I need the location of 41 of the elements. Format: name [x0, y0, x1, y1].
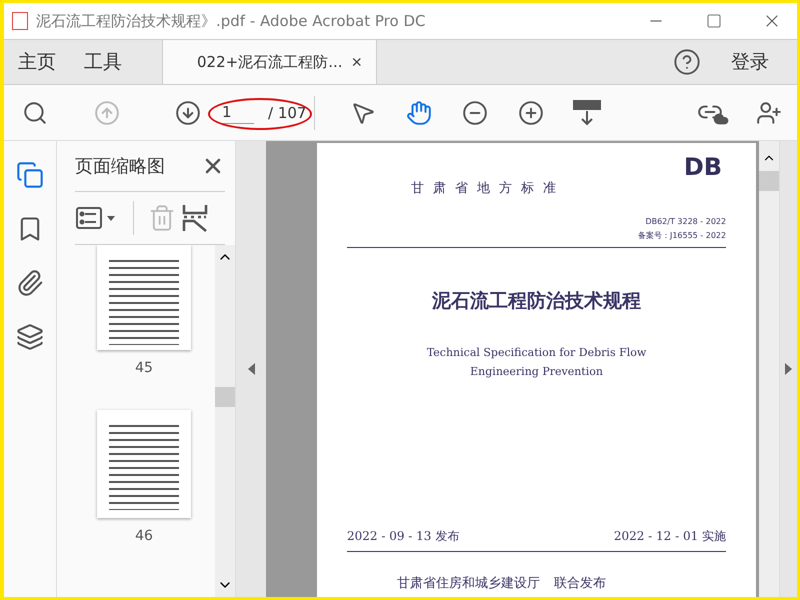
panel-title: 页面缩略图: [75, 155, 165, 178]
document-title: 泥石流工程防治技术规程: [432, 289, 642, 314]
english-title: Technical Specification for Debris Flow: [426, 346, 646, 359]
search-icon[interactable]: [22, 100, 48, 126]
page-thumbnail[interactable]: [97, 245, 191, 350]
issuer-name: 甘肃省住房和城乡建设厅: [397, 575, 540, 592]
english-title: Engineering Prevention: [470, 365, 603, 378]
effective-date: 2022 - 12 - 01 实施: [614, 528, 726, 545]
hand-icon[interactable]: [406, 100, 432, 126]
nav-tab[interactable]: 工具: [70, 40, 136, 84]
scrollbar-thumb[interactable]: [759, 171, 779, 191]
page-layout-button[interactable]: [182, 204, 208, 232]
tab-close-button[interactable]: ×: [351, 52, 362, 72]
page-thumbnail[interactable]: [97, 410, 191, 518]
authority-heading: 甘肃省地方标准: [411, 180, 566, 197]
scrollbar-thumb[interactable]: [215, 387, 235, 407]
page-number-field[interactable]: 1: [220, 101, 254, 124]
page-number-label: 45: [135, 360, 153, 376]
standard-code: DB62/T 3228 - 2022: [645, 217, 726, 226]
document-scrollbar[interactable]: [759, 141, 779, 597]
scrollbar[interactable]: [215, 245, 235, 597]
pages-icon[interactable]: [16, 161, 44, 189]
page-number-label: 46: [135, 528, 153, 544]
standard-label: DB: [684, 153, 722, 181]
page-total: / 107: [268, 104, 306, 122]
zoom-out-icon[interactable]: [462, 100, 488, 126]
add-user-icon[interactable]: [756, 100, 782, 126]
issue-date: 2022 - 09 - 13 发布: [347, 528, 460, 545]
document-tab[interactable]: 022+泥石流工程防... ×: [162, 40, 377, 84]
app-logo: [12, 12, 28, 30]
nav-tab[interactable]: 主页: [4, 40, 70, 84]
scroll-mode-icon[interactable]: [572, 98, 602, 128]
layers-icon[interactable]: [16, 323, 44, 351]
paperclip-icon[interactable]: [16, 269, 44, 297]
zoom-in-icon[interactable]: [518, 100, 544, 126]
joint-release-label: 联合发布: [554, 575, 606, 592]
window-title: 泥石流工程防治技术规程》.pdf - Adobe Acrobat Pro DC: [36, 12, 426, 30]
arrow-down-icon[interactable]: [175, 100, 201, 126]
maximize-icon[interactable]: [706, 13, 722, 29]
standard-code: 备案号：J16555 - 2022: [638, 230, 726, 241]
login-button[interactable]: 登录: [701, 40, 797, 84]
